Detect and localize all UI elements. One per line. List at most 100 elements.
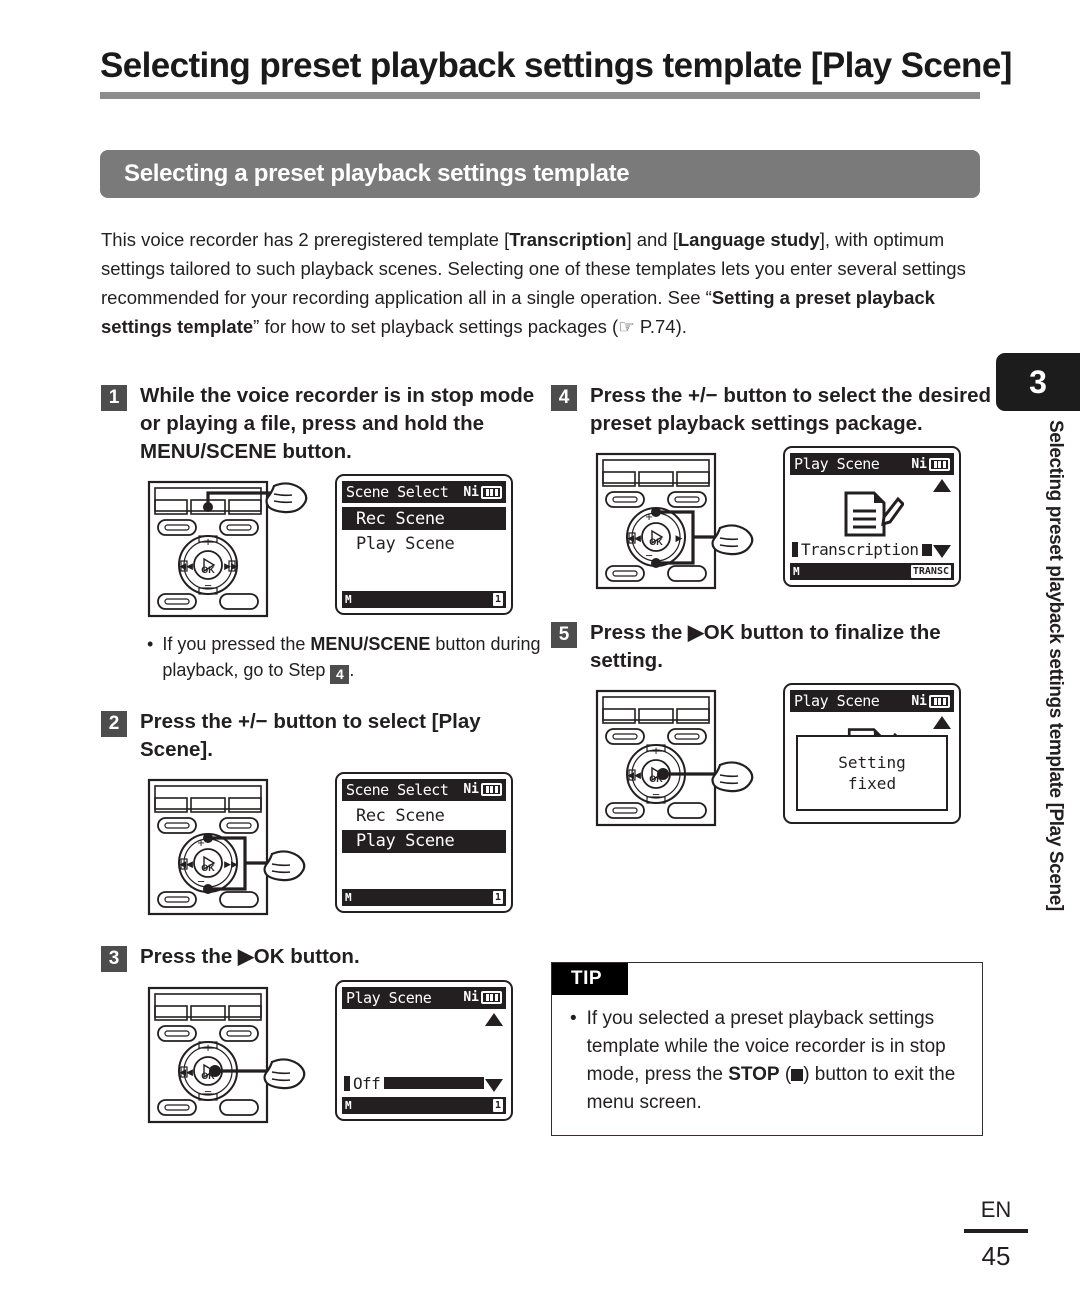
section-heading-bar: Selecting a preset playback settings tem… (100, 150, 980, 198)
step-1-number: 1 (101, 385, 127, 411)
step-3-figures: OK + − ◀◀ Play Scene Ni Off M 1 (141, 979, 541, 1127)
lcd-status-bar: M TRANSC (790, 563, 954, 580)
step-4-figures: OK + − ◀◀ ▶ Play Scene Ni Transcription … (589, 446, 991, 593)
lcd-menu-item-play-scene[interactable]: Play Scene (342, 829, 506, 853)
scroll-up-arrow-icon (933, 479, 951, 492)
step-2-heading: 2 Press the +/− button to select [Play S… (101, 708, 541, 764)
lcd-battery-type: Ni (911, 456, 927, 472)
bullet-icon: • (570, 1008, 577, 1029)
battery-icon (481, 783, 502, 796)
lcd-title: Scene Select (346, 483, 449, 501)
recorder-illustration-plus-minus-2: OK + − ◀◀ ▶ (589, 446, 767, 593)
lcd-title-bar: Play Scene Ni (790, 690, 954, 712)
intro-text-1: This voice recorder has 2 preregistered … (101, 229, 510, 250)
lcd-screen-play-scene-transcription: Play Scene Ni Transcription M TRANSC (783, 446, 961, 587)
intro-text-2: ] and [ (626, 229, 678, 250)
tip-box: TIP • If you selected a preset playback … (551, 962, 983, 1136)
lcd-battery-type: Ni (911, 693, 927, 709)
recorder-illustration-ok-1: OK + − ◀◀ (141, 980, 319, 1127)
value-bar (922, 543, 932, 556)
lcd-value-row: Transcription (792, 540, 932, 559)
scroll-down-arrow-icon (933, 545, 951, 558)
step-1-note-text: If you pressed the MENU/SCENE button dur… (162, 631, 541, 684)
step-5-figures: OK + − ◀◀ Play Scene Ni Setting fixed (589, 683, 991, 830)
step-1-note: • If you pressed the MENU/SCENE button d… (147, 631, 541, 684)
lcd-status-mic: M (793, 565, 800, 578)
tip-label-row: TIP (552, 963, 982, 995)
intro-term-language-study: Language study (677, 229, 820, 250)
recorder-illustration-ok-2: OK + − ◀◀ (589, 683, 767, 830)
lcd-status-mic: M (345, 593, 352, 606)
bullet-icon: • (147, 634, 154, 654)
lcd-menu-item-label: Play Scene (356, 831, 455, 851)
recorder-svg: OK + − ◀◀ (147, 986, 306, 1123)
lcd-menu-item-label: Rec Scene (356, 508, 445, 529)
intro-term-transcription: Transcription (509, 229, 627, 250)
note-text-3: . (349, 660, 355, 680)
step-2-number: 2 (101, 710, 127, 737)
lcd-title-bar: Play Scene Ni (342, 986, 506, 1009)
svg-text:OK: OK (649, 537, 663, 547)
lcd-status-index: 1 (492, 593, 503, 606)
step-2-text: Press the +/− button to select [Play Sce… (140, 709, 481, 761)
tip-body: • If you selected a preset playback sett… (552, 995, 982, 1135)
page-number: 45 (981, 1241, 1011, 1271)
scroll-up-arrow-icon (933, 716, 951, 729)
dialog-line-1: Setting (838, 753, 906, 772)
left-column: 1 While the voice recorder is in stop mo… (101, 382, 541, 1133)
lcd-status-scene: TRANSC (910, 565, 951, 578)
lcd-menu-item-play-scene[interactable]: Play Scene (342, 532, 506, 555)
lcd-menu-item-label: Rec Scene (356, 806, 445, 826)
recorder-illustration-menu-scene: OK + − ◀◀ ▶▶ (141, 474, 319, 621)
note-step-ref: 4 (330, 664, 350, 684)
lcd-title: Play Scene (346, 988, 432, 1007)
lcd-battery-type: Ni (463, 990, 479, 1005)
lcd-battery-type: Ni (463, 484, 479, 500)
lcd-status-index: 1 (492, 890, 503, 904)
tip-term-stop: STOP (728, 1064, 780, 1085)
svg-text:▶▶: ▶▶ (224, 859, 238, 869)
step-5-heading: 5 Press the ▶OK button to finalize the s… (551, 619, 991, 675)
lcd-status-index: 1 (492, 1098, 503, 1112)
step-3-heading: 3 Press the ▶OK button. (101, 943, 541, 972)
lcd-status-bar: M 1 (342, 591, 506, 608)
step-4-text: Press the +/− button to select the desir… (590, 384, 992, 435)
lcd-value-row: Off (344, 1074, 484, 1093)
chapter-tab: 3 (996, 353, 1080, 411)
svg-text:OK: OK (201, 863, 215, 873)
tip-label: TIP (552, 963, 629, 995)
value-marker-icon (792, 542, 798, 557)
lcd-battery-type: Ni (463, 782, 479, 797)
battery-icon (481, 991, 502, 1004)
step-2-figures: OK + − ◀◀ ▶▶ Scene Select Ni Rec Scene P… (141, 771, 541, 919)
lcd-value-label: Off (353, 1073, 381, 1093)
lcd-status-mic: M (345, 890, 352, 904)
svg-text:▶▶: ▶▶ (224, 561, 238, 571)
lcd-menu-item-rec-scene[interactable]: Rec Scene (342, 507, 506, 530)
battery-icon (929, 457, 950, 471)
page-title: Selecting preset playback settings templ… (100, 46, 1012, 85)
right-column: 4 Press the +/− button to select the des… (551, 382, 991, 836)
lcd-menu-item-rec-scene[interactable]: Rec Scene (342, 805, 506, 828)
lcd-title-bar: Scene Select Ni (342, 778, 506, 801)
dialog-line-2: fixed (847, 774, 897, 793)
recorder-illustration-plus-minus-1: OK + − ◀◀ ▶▶ (141, 772, 319, 919)
recorder-svg: OK + − ◀◀ ▶▶ (147, 778, 306, 915)
page-title-block: Selecting preset playback settings templ… (100, 46, 1012, 99)
step-1-figures: OK + − ◀◀ ▶▶ Scene Select Ni Rec Scene P… (141, 474, 541, 621)
lcd-status-bar: M 1 (342, 888, 506, 906)
step-4-number: 4 (551, 385, 577, 411)
lcd-title-bar: Play Scene Ni (790, 453, 954, 475)
manual-page: Selecting preset playback settings templ… (0, 0, 1080, 1310)
page-footer: EN 45 (964, 1197, 1028, 1272)
svg-text:OK: OK (201, 565, 215, 575)
lcd-screen-setting-fixed: Play Scene Ni Setting fixed (783, 683, 961, 824)
lcd-dialog-setting-fixed: Setting fixed (796, 735, 948, 811)
tip-text: If you selected a preset playback settin… (587, 1005, 964, 1117)
battery-icon (481, 485, 502, 499)
tip-text-2: ( (779, 1064, 792, 1085)
lcd-title: Scene Select (346, 780, 449, 799)
svg-text:−: − (204, 578, 212, 593)
recorder-svg: OK + − ◀◀ ▶ (595, 452, 754, 590)
svg-text:▶: ▶ (676, 533, 683, 543)
